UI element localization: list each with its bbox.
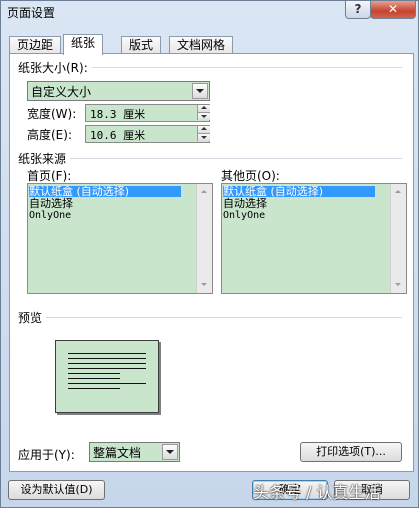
preview-text-line (68, 373, 120, 374)
other-pages-scrollbar[interactable] (390, 184, 406, 293)
chevron-down-icon[interactable] (162, 444, 178, 460)
scroll-down-icon[interactable] (198, 279, 211, 292)
first-page-listbox[interactable]: 默认纸盒 (自动选择) 自动选择 OnlyOne (27, 183, 213, 294)
paper-tab-panel: 纸张大小(R): 自定义大小 宽度(W): 18.3 厘米 高度(E): 10.… (9, 53, 414, 472)
height-increment-icon[interactable] (197, 126, 210, 134)
preview-text-line (68, 353, 146, 354)
chevron-down-icon[interactable] (192, 83, 208, 99)
height-spinner[interactable]: 10.6 厘米 (85, 125, 210, 143)
apply-to-value: 整篇文档 (93, 446, 142, 460)
height-spin-buttons (197, 126, 210, 142)
preview-text-line (68, 383, 146, 384)
preview-group-label: 预览 (18, 309, 47, 326)
paper-source-divider (20, 158, 402, 159)
width-decrement-icon[interactable] (197, 113, 210, 120)
page-setup-dialog: 页面设置 ? ✕ 页边距 纸张 版式 文档网格 纸张大小(R): 自定义大小 宽… (0, 0, 419, 508)
preview-text-line (68, 363, 146, 364)
width-spin-buttons (197, 105, 210, 121)
first-page-scrollbar[interactable] (196, 184, 212, 293)
preview-divider (20, 317, 402, 318)
width-label: 宽度(W): (27, 107, 77, 121)
tab-paper[interactable]: 纸张 (63, 34, 104, 55)
width-increment-icon[interactable] (197, 105, 210, 113)
scroll-up-icon[interactable] (392, 185, 405, 198)
scroll-down-icon[interactable] (392, 279, 405, 292)
preview-text-line (68, 388, 120, 389)
list-item[interactable]: 自动选择 (223, 198, 267, 209)
page-preview (55, 340, 159, 413)
paper-size-value: 自定义大小 (31, 85, 92, 99)
tab-document-grid[interactable]: 文档网格 (169, 36, 234, 54)
apply-to-combo[interactable]: 整篇文档 (89, 442, 180, 462)
paper-size-group-label: 纸张大小(R): (18, 59, 92, 76)
list-item[interactable]: 自动选择 (29, 198, 73, 209)
preview-text-line (68, 378, 120, 379)
list-item[interactable]: OnlyOne (223, 210, 265, 221)
list-item[interactable]: 默认纸盒 (自动选择) (223, 186, 375, 197)
title-bar[interactable]: 页面设置 ? ✕ (1, 1, 418, 23)
tab-layout[interactable]: 版式 (121, 36, 162, 54)
width-value: 18.3 厘米 (90, 108, 146, 121)
preview-text-line (68, 358, 146, 359)
close-button[interactable]: ✕ (370, 1, 416, 19)
paper-source-group-label: 纸张来源 (18, 150, 71, 167)
list-item[interactable]: 默认纸盒 (自动选择) (29, 186, 181, 197)
scroll-up-icon[interactable] (198, 185, 211, 198)
height-value: 10.6 厘米 (90, 129, 146, 142)
height-label: 高度(E): (27, 128, 72, 142)
height-decrement-icon[interactable] (197, 134, 210, 141)
watermark-text: 头条号 / 认真生活 (253, 483, 381, 502)
preview-text-line (68, 368, 146, 369)
list-item[interactable]: OnlyOne (29, 210, 71, 221)
other-pages-label: 其他页(O): (221, 169, 280, 183)
print-options-button[interactable]: 打印选项(T)... (300, 442, 402, 462)
tab-margins[interactable]: 页边距 (9, 36, 62, 54)
paper-size-combo[interactable]: 自定义大小 (27, 81, 210, 101)
set-default-button[interactable]: 设为默认值(D) (8, 480, 105, 500)
help-button[interactable]: ? (345, 1, 371, 19)
apply-to-label: 应用于(Y): (18, 448, 75, 462)
other-pages-listbox[interactable]: 默认纸盒 (自动选择) 自动选择 OnlyOne (221, 183, 407, 294)
first-page-label: 首页(F): (27, 169, 72, 183)
window-title: 页面设置 (7, 6, 56, 20)
width-spinner[interactable]: 18.3 厘米 (85, 104, 210, 122)
